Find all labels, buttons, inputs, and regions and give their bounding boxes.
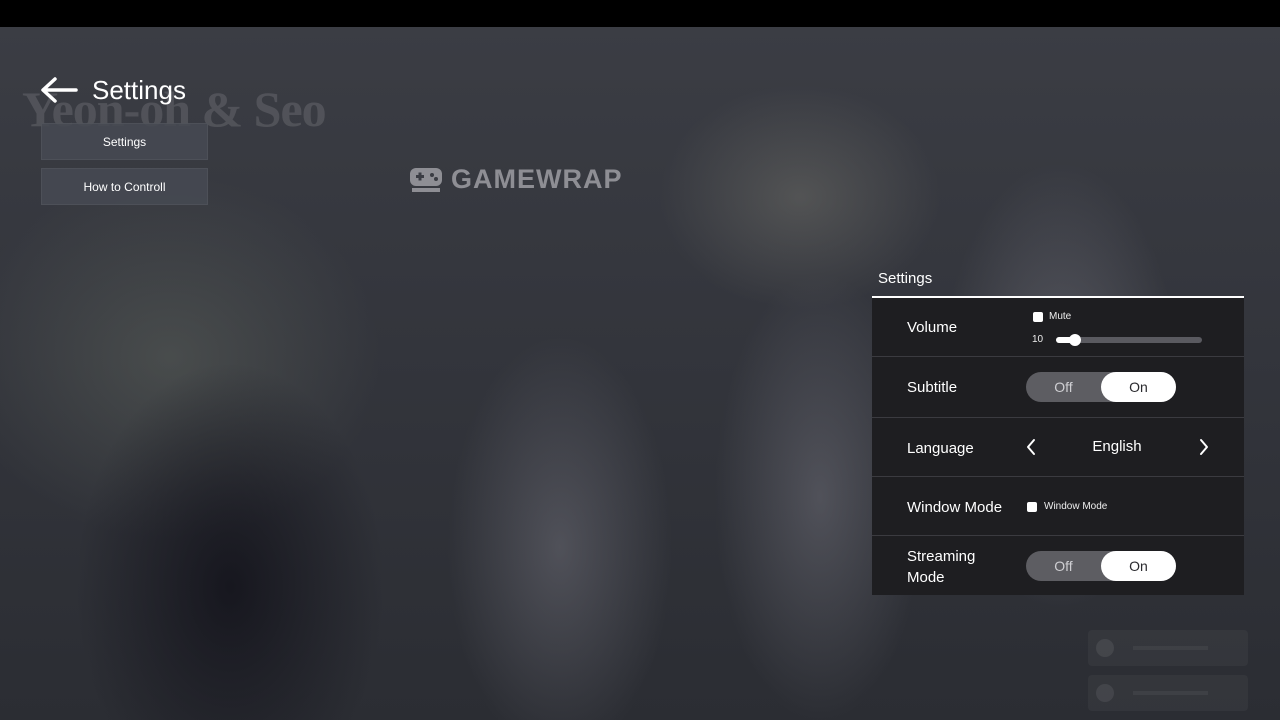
background-menu-line-1 (1133, 646, 1208, 650)
window-mode-row: Window Mode Window Mode (872, 477, 1244, 536)
streaming-mode-row: Streaming Mode Off On (872, 536, 1244, 597)
game-screen: Yeon-oh & Seo Settings Settings How to C… (0, 0, 1280, 720)
subtitle-on-option[interactable]: On (1101, 372, 1176, 402)
streaming-mode-toggle[interactable]: Off On (1026, 551, 1176, 581)
volume-slider[interactable] (1056, 334, 1202, 346)
window-mode-label: Window Mode (907, 499, 1003, 516)
header: Settings (40, 72, 186, 108)
arrow-left-icon[interactable] (40, 77, 78, 103)
background-menu-dot-2 (1096, 684, 1114, 702)
window-mode-checkbox-label: Window Mode (1044, 501, 1108, 512)
subtitle-row: Subtitle Off On (872, 357, 1244, 418)
language-label: Language (907, 440, 974, 457)
background-menu-line-2 (1133, 691, 1208, 695)
letterbox-bar (0, 0, 1280, 27)
settings-panel-title: Settings (878, 270, 933, 287)
language-row: Language English (872, 418, 1244, 477)
subtitle-toggle[interactable]: Off On (1026, 372, 1176, 402)
streaming-mode-label-line1: Streaming (907, 548, 976, 565)
background-menu-dot-1 (1096, 639, 1114, 657)
nav-settings-button[interactable]: Settings (41, 123, 208, 160)
volume-slider-thumb[interactable] (1068, 334, 1081, 346)
mute-label: Mute (1049, 311, 1072, 322)
language-value: English (1092, 438, 1142, 455)
settings-panel: Volume Mute 10 Subtitle Off On Language … (872, 296, 1244, 595)
volume-value: 10 (1032, 334, 1044, 345)
chevron-left-icon[interactable] (1025, 438, 1037, 456)
window-mode-checkbox[interactable] (1027, 502, 1037, 512)
background-menu-button-2 (1088, 675, 1248, 711)
volume-label: Volume (907, 319, 958, 336)
subtitle-label: Subtitle (907, 379, 958, 396)
watermark: GAMEWRAP (409, 164, 623, 195)
volume-row: Volume Mute 10 (872, 298, 1244, 357)
streaming-off-option[interactable]: Off (1026, 551, 1101, 581)
page-title: Settings (92, 74, 186, 105)
watermark-text: GAMEWRAP (451, 164, 623, 194)
background-menu-button-1 (1088, 630, 1248, 666)
mute-checkbox[interactable] (1033, 312, 1043, 322)
streaming-on-option[interactable]: On (1101, 551, 1176, 581)
nav-how-to-control-button[interactable]: How to Controll (41, 168, 208, 205)
streaming-mode-label-line2: Mode (907, 569, 945, 586)
gamepad-icon (410, 167, 442, 192)
chevron-right-icon[interactable] (1198, 438, 1210, 456)
subtitle-off-option[interactable]: Off (1026, 372, 1101, 402)
